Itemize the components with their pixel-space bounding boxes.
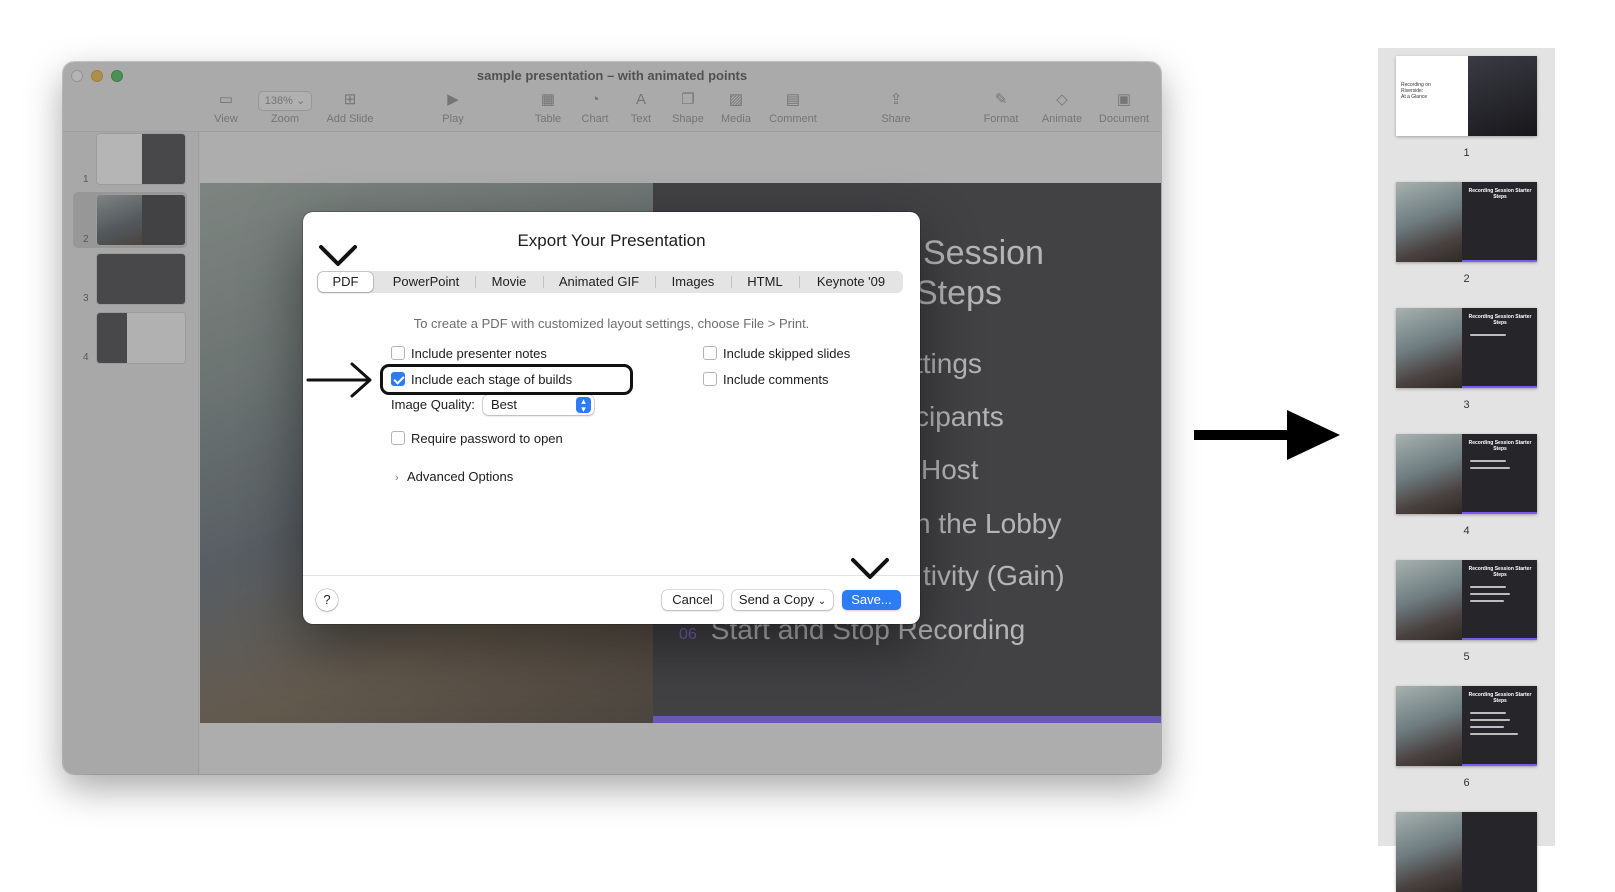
pdf-page-number: 6 [1463,777,1470,789]
pdf-bullet-line [1470,593,1510,595]
require-password-checkbox[interactable] [391,431,405,445]
pdf-page-1: Recording on Riverside: At a Glance [1396,56,1537,136]
export-dialog: Export Your Presentation PDF PowerPoint … [303,212,920,624]
exported-pdf-pages: Recording on Riverside: At a Glance 1 Re… [1378,48,1555,892]
pdf-bullet-line [1470,733,1518,735]
pdf-page-6: Recording Session Starter Steps [1396,686,1537,766]
pdf-bullet-line [1470,586,1506,588]
pdf-page-3: Recording Session Starter Steps [1396,308,1537,388]
pdf-page-number: 3 [1463,399,1470,411]
updown-chevron-icon: ▴ ▾ [576,397,591,414]
pdf-page-4: Recording Session Starter Steps [1396,434,1537,514]
image-quality-label: Image Quality: [391,397,475,412]
export-format-tabs: PDF PowerPoint Movie Animated GIF Images… [317,271,903,293]
tab-animated-gif[interactable]: Animated GIF [543,271,655,293]
pdf-page-number: 2 [1463,273,1470,285]
tab-powerpoint[interactable]: PowerPoint [377,271,475,293]
pdf-bullet-line [1470,334,1506,336]
tab-keynote-09[interactable]: Keynote '09 [799,271,903,293]
dialog-divider [303,575,920,576]
checkmark-annotation-save [851,558,889,579]
tab-movie[interactable]: Movie [475,271,543,293]
save-button[interactable]: Save... [842,590,901,610]
annotation-highlight-ring [380,364,633,395]
comments-option[interactable]: Include comments [703,371,829,387]
help-button[interactable]: ? [316,589,338,611]
pdf-cover-title: Recording on Riverside: At a Glance [1401,82,1431,100]
pdf-hint-text: To create a PDF with customized layout s… [413,316,810,331]
pdf-bullet-line [1470,719,1510,721]
checkmark-annotation-pdf-tab [319,245,357,266]
tab-html[interactable]: HTML [731,271,799,293]
pdf-page-heading: Recording Session Starter Steps [1468,440,1532,452]
chevron-down-icon: ⌄ [817,596,827,607]
pdf-page-number: 1 [1463,147,1470,159]
presenter-notes-option[interactable]: Include presenter notes [391,345,547,361]
skipped-slides-checkbox[interactable] [703,346,717,360]
pdf-page-number: 4 [1463,525,1470,537]
pdf-page-5: Recording Session Starter Steps [1396,560,1537,640]
pdf-page-7 [1396,812,1537,892]
presenter-notes-checkbox[interactable] [391,346,405,360]
big-arrow-right-icon [1194,410,1340,460]
pdf-page-heading: Recording Session Starter Steps [1468,314,1532,326]
pdf-bullet-line [1470,467,1510,469]
pdf-bullet-line [1470,726,1504,728]
tab-images[interactable]: Images [655,271,731,293]
image-quality-select[interactable]: Best ▴ ▾ [483,395,594,415]
pdf-page-heading: Recording Session Starter Steps [1468,566,1532,578]
pdf-page-2: Recording Session Starter Steps [1396,182,1537,262]
pdf-page-heading: Recording Session Starter Steps [1468,692,1532,704]
arrow-right-annotation-icon [306,362,372,398]
require-password-option[interactable]: Require password to open [391,430,563,446]
pdf-page-photo [1468,56,1537,136]
advanced-options-disclosure[interactable]: › Advanced Options [395,469,513,484]
pdf-bullet-line [1470,460,1506,462]
pdf-page-number: 5 [1463,651,1470,663]
pdf-page-heading: Recording Session Starter Steps [1468,188,1532,200]
cancel-button[interactable]: Cancel [662,590,723,610]
pdf-bullet-line [1470,712,1506,714]
comments-checkbox[interactable] [703,372,717,386]
send-copy-button[interactable]: Send a Copy ⌄ [732,590,833,610]
dialog-title: Export Your Presentation [517,231,706,250]
tab-pdf[interactable]: PDF [318,272,373,292]
chevron-right-icon: › [395,472,399,484]
pdf-bullet-line [1470,600,1504,602]
skipped-slides-option[interactable]: Include skipped slides [703,345,850,361]
